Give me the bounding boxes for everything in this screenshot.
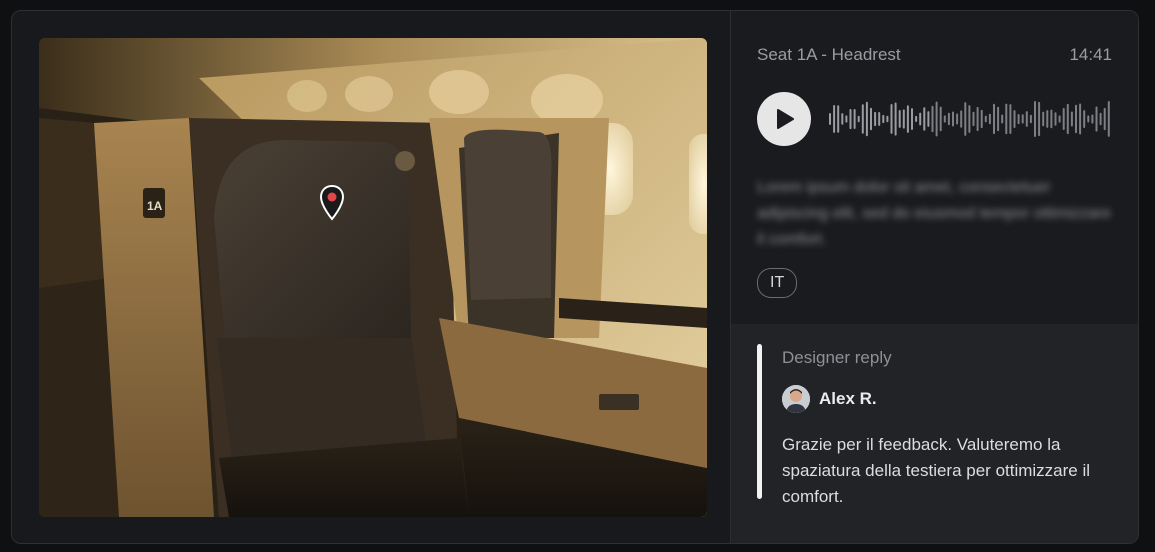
waveform-bar [947, 112, 950, 126]
waveform-bar [878, 112, 881, 126]
waveform-bar [943, 115, 946, 123]
reply-message: Grazie per il feedback. Valuteremo la sp… [782, 435, 1091, 506]
waveform-bar [1058, 115, 1061, 123]
waveform-bar [980, 109, 983, 129]
waveform-bar [911, 108, 913, 130]
waveform-bar [857, 115, 860, 123]
waveform-bar [919, 112, 922, 126]
waveform-bar [968, 105, 971, 133]
audio-waveform[interactable] [829, 97, 1113, 141]
feedback-title: Seat 1A - Headrest [757, 45, 901, 64]
waveform-bar [874, 111, 877, 127]
waveform-bar [1075, 104, 1077, 134]
waveform-bar [853, 109, 856, 129]
waveform-bar [960, 110, 963, 128]
waveform-bar [1029, 114, 1032, 124]
waveform-bar [861, 104, 864, 134]
waveform-bar [993, 103, 995, 135]
waveform-bar [1034, 101, 1036, 137]
waveform-bar [906, 105, 909, 133]
play-icon [777, 109, 794, 129]
seat-photo[interactable]: 1A [39, 38, 707, 517]
waveform-bar [956, 113, 959, 125]
map-pin-icon[interactable] [319, 185, 345, 221]
voice-note-section: Seat 1A - Headrest 14:41 Lorem ipsum dol… [731, 11, 1138, 324]
waveform-bar [841, 113, 844, 125]
waveform-bar [902, 109, 905, 129]
reply-author: Alex R. [819, 389, 877, 408]
waveform-bar [1046, 110, 1049, 128]
waveform-bar [927, 111, 930, 127]
avatar[interactable] [782, 385, 810, 413]
waveform-bar [833, 105, 836, 133]
reply-accent-bar [757, 344, 762, 499]
waveform-bar [1009, 104, 1012, 134]
waveform-bar [1005, 103, 1008, 135]
waveform-bar [984, 115, 987, 123]
waveform-bar [1013, 110, 1016, 128]
waveform-bar [837, 105, 840, 133]
waveform-bar [845, 115, 848, 123]
waveform-bar [935, 101, 938, 137]
play-button[interactable] [757, 92, 811, 146]
waveform-bar [988, 113, 991, 125]
waveform-bar [1042, 111, 1045, 127]
waveform-bar [1099, 112, 1102, 126]
language-badge[interactable]: IT [757, 268, 798, 298]
waveform-bar [915, 115, 918, 122]
waveform-bar [923, 107, 926, 131]
waveform-bar [882, 114, 885, 124]
waveform-bar [976, 106, 979, 132]
waveform-bar [1087, 115, 1090, 123]
waveform-bar [894, 102, 897, 136]
waveform-bar [1107, 101, 1110, 137]
waveform-bar [1070, 111, 1073, 127]
waveform-bar [964, 102, 967, 136]
waveform-bar [952, 111, 954, 127]
transcript-text: Lorem ipsum dolor sit amet, consectetuer… [757, 179, 1111, 248]
waveform-bar [1021, 114, 1024, 124]
cabin-image: 1A [39, 38, 707, 517]
waveform-bar [931, 105, 934, 133]
seat-number-sign: 1A [147, 199, 163, 213]
feedback-timestamp: 14:41 [1069, 45, 1112, 64]
designer-reply-section: Designer reply Alex R. Grazie per il fee… [731, 324, 1138, 543]
waveform-bar [829, 113, 831, 125]
waveform-bar [886, 115, 889, 123]
feedback-card: 1A Seat 1A - Headrest 14:41 Lorem ipsum … [11, 10, 1139, 544]
waveform-bar [1038, 101, 1041, 137]
waveform-bar [997, 106, 1000, 132]
waveform-bar [939, 106, 942, 132]
waveform-bar [870, 107, 872, 131]
waveform-bar [849, 109, 852, 130]
waveform-bar [1066, 103, 1069, 135]
waveform-bar [1001, 114, 1004, 124]
waveform-bar [898, 110, 901, 128]
waveform-bar [972, 111, 975, 127]
waveform-bar [1025, 111, 1028, 127]
waveform-bar [1050, 109, 1053, 129]
waveform-bar [1095, 106, 1098, 132]
waveform-bar [1079, 103, 1082, 135]
waveform-bar [890, 104, 893, 134]
waveform-bar [1083, 110, 1086, 128]
reply-label: Designer reply [782, 348, 892, 367]
waveform-bar [1103, 107, 1106, 131]
feedback-panel: Seat 1A - Headrest 14:41 Lorem ipsum dol… [731, 11, 1138, 543]
waveform-bar [1054, 112, 1057, 126]
waveform-bar [1017, 114, 1020, 125]
waveform-bar [1091, 114, 1094, 124]
waveform-bar [865, 101, 868, 137]
waveform-bar [1062, 108, 1065, 130]
